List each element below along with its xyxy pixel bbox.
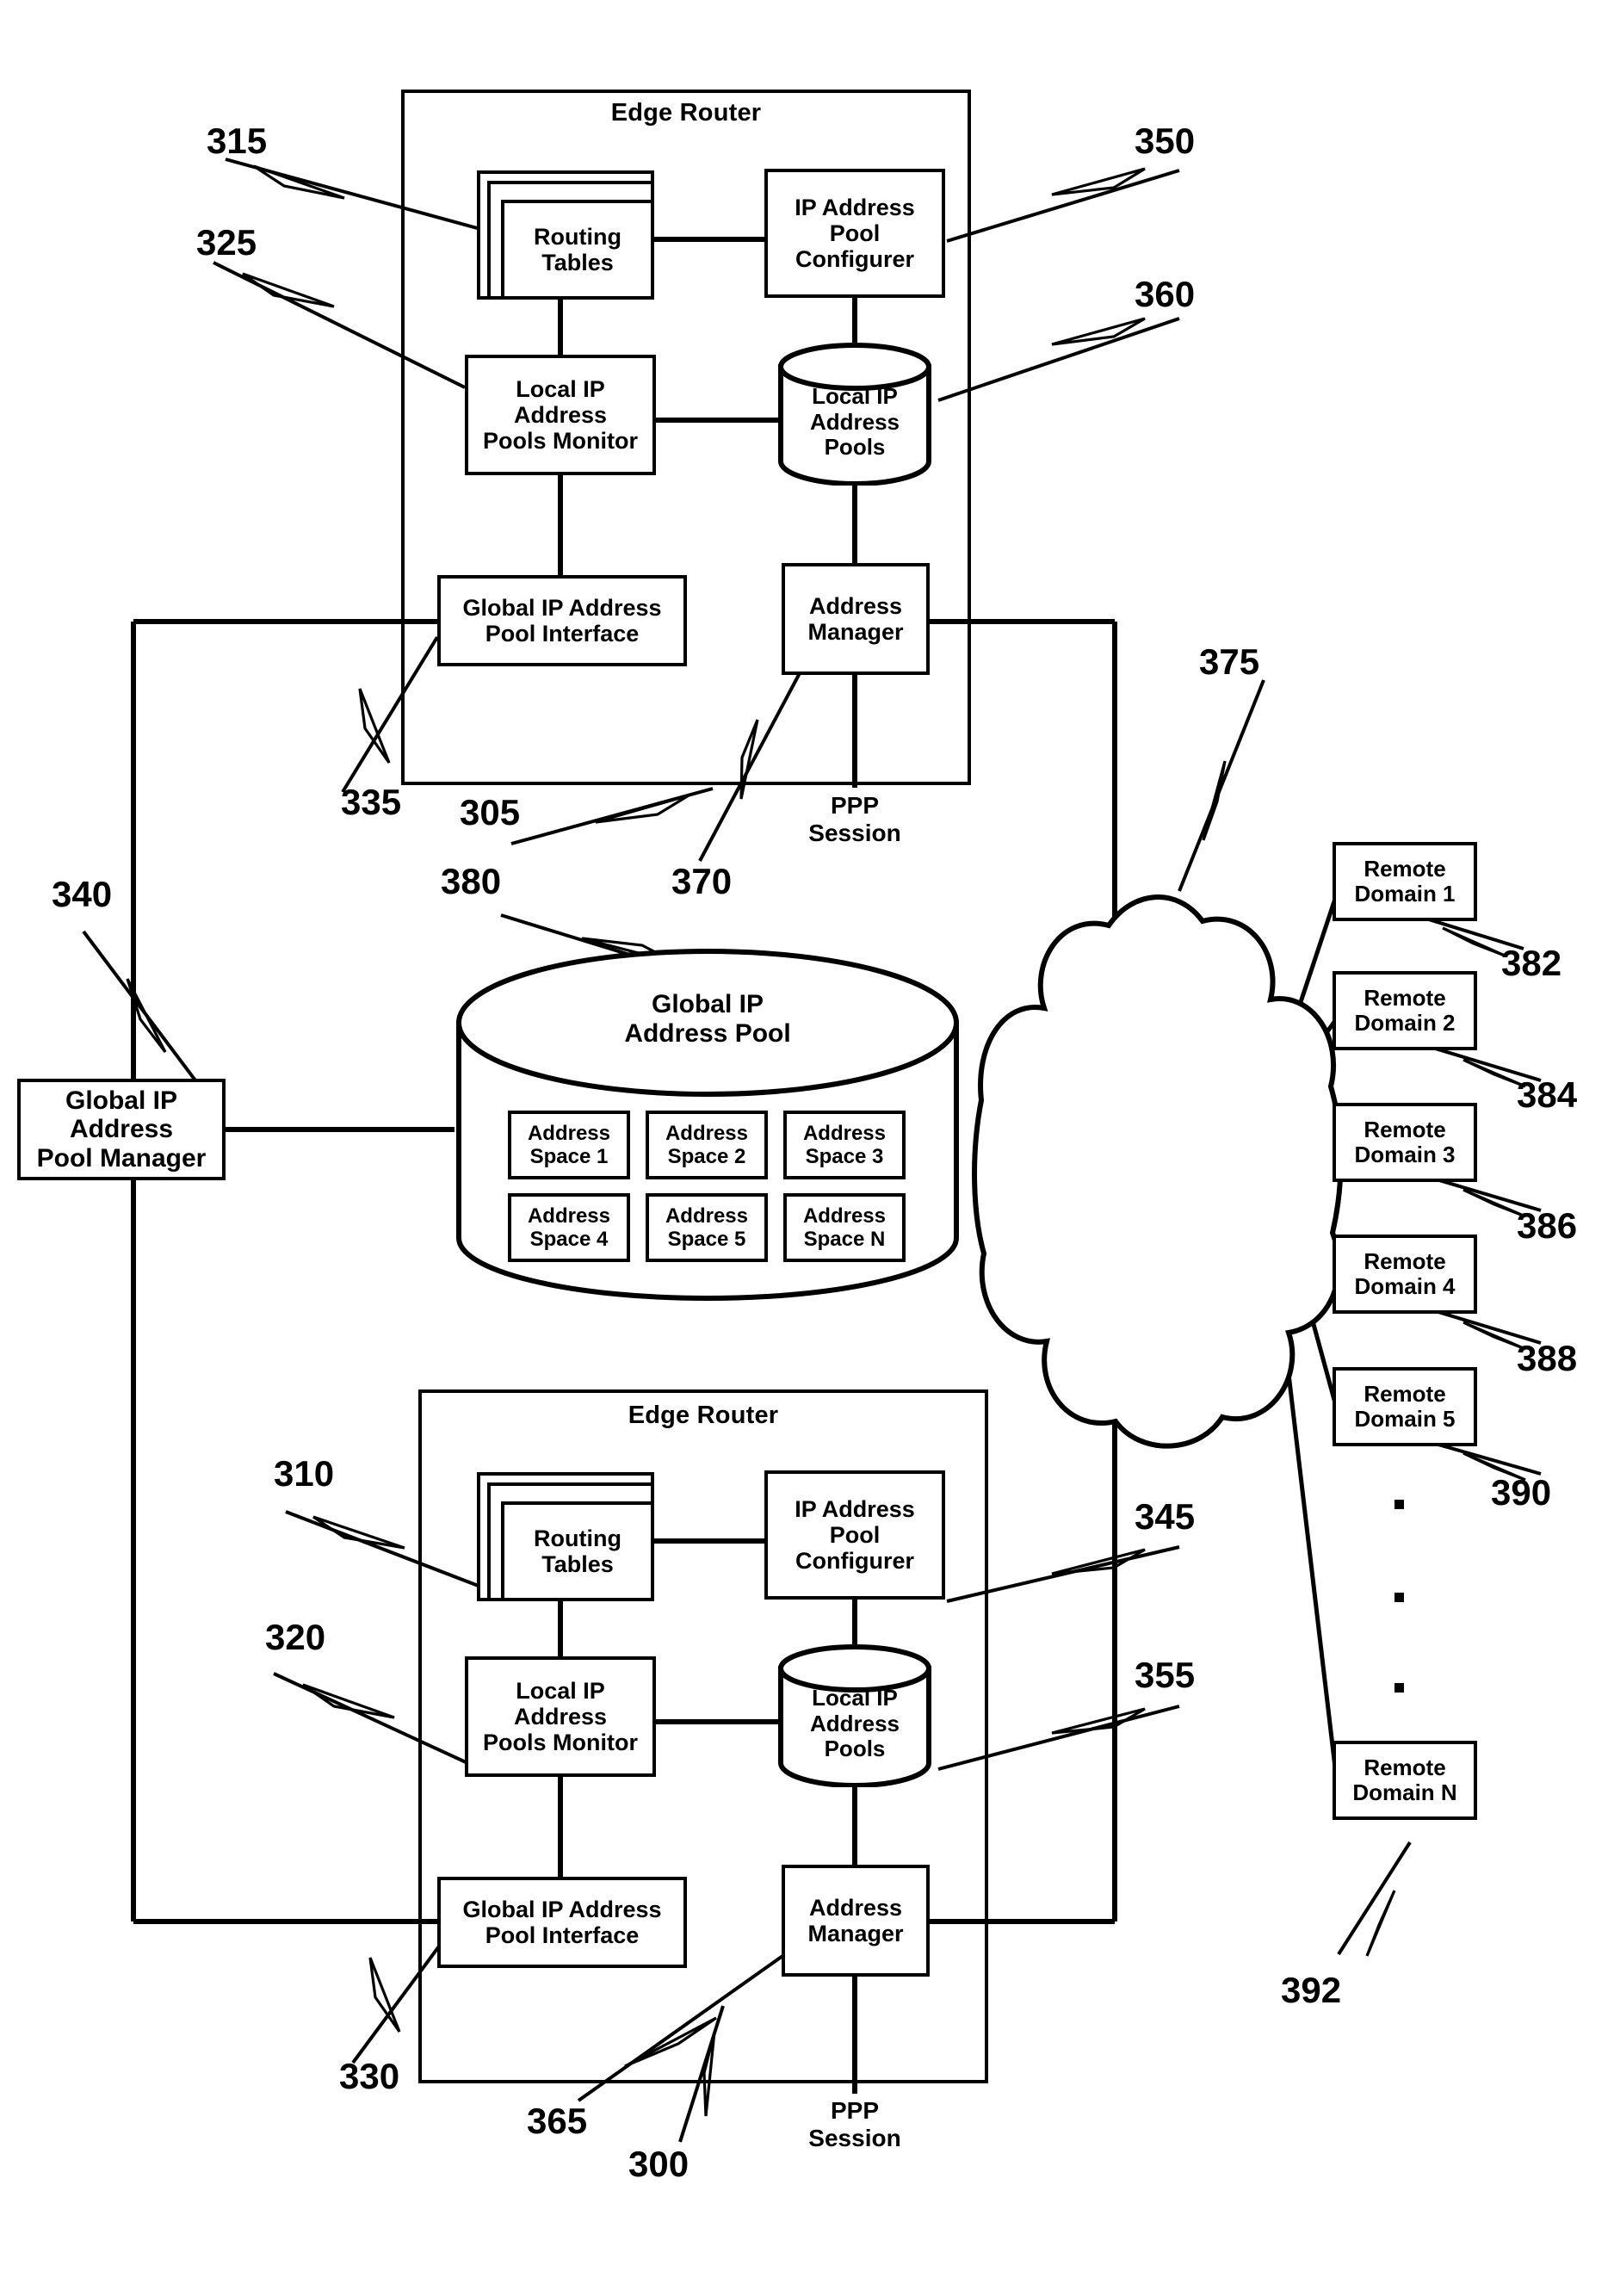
address-space-cell: Address Space 1 (508, 1111, 630, 1179)
refnum-310: 310 (274, 1453, 335, 1494)
remote-domain-1: Remote Domain 1 (1333, 842, 1477, 921)
refnum-355: 355 (1135, 1655, 1196, 1695)
patent-figure: Edge Router Routing Tables IP Address Po… (0, 0, 1614, 2296)
ellipsis-dot (1394, 1683, 1404, 1693)
refnum-305: 305 (460, 792, 521, 832)
bottom-edge-router-title: Edge Router (628, 1402, 779, 1429)
bottom-routing-tables: Routing Tables (477, 1472, 654, 1601)
bottom-local-ip-address-pools-monitor: Local IP Address Pools Monitor (465, 1656, 656, 1777)
top-global-ip-address-pool-interface: Global IP Address Pool Interface (437, 575, 687, 666)
refnum-370: 370 (671, 861, 733, 901)
routing-tables-label-box: Routing Tables (501, 200, 654, 300)
refnum-315: 315 (207, 121, 268, 161)
routing-tables-label-box: Routing Tables (501, 1501, 654, 1601)
refnum-300: 300 (628, 2144, 690, 2184)
refnum-320: 320 (265, 1617, 326, 1657)
bottom-global-ip-address-pool-interface: Global IP Address Pool Interface (437, 1877, 687, 1968)
refnum-340: 340 (52, 874, 113, 914)
address-space-cell: Address Space 5 (646, 1193, 768, 1262)
refnum-392: 392 (1281, 1970, 1342, 2010)
refnum-330: 330 (339, 2056, 400, 2096)
top-ppp-session-label: PPP Session (808, 792, 901, 846)
top-edge-router-title: Edge Router (610, 99, 762, 127)
remote-domain-4: Remote Domain 4 (1333, 1235, 1477, 1314)
address-space-cell: Address Space 4 (508, 1193, 630, 1262)
top-ip-address-pool-configurer: IP Address Pool Configurer (764, 169, 945, 298)
network-cloud-shape (972, 894, 1344, 1449)
remote-domain-5: Remote Domain 5 (1333, 1367, 1477, 1446)
refnum-388: 388 (1517, 1338, 1578, 1378)
address-space-cell: Address Space 3 (783, 1111, 906, 1179)
global-pool-title: Global IP Address Pool (624, 990, 791, 1049)
top-address-manager: Address Manager (782, 563, 930, 675)
bottom-ip-address-pool-configurer: IP Address Pool Configurer (764, 1470, 945, 1600)
global-pool-address-spaces-grid: Address Space 1 Address Space 2 Address … (508, 1111, 906, 1262)
refnum-325: 325 (196, 222, 257, 263)
refnum-335: 335 (341, 782, 402, 822)
remote-domain-n: Remote Domain N (1333, 1741, 1477, 1820)
bottom-address-manager: Address Manager (782, 1865, 930, 1977)
global-ip-address-pool-cylinder: Global IP Address Pool Address Space 1 A… (455, 945, 961, 1305)
refnum-384: 384 (1517, 1074, 1578, 1115)
ellipsis-dot (1394, 1593, 1404, 1602)
remote-domain-2: Remote Domain 2 (1333, 971, 1477, 1050)
refnum-360: 360 (1135, 274, 1196, 314)
top-local-ip-address-pools-cylinder: Local IP Address Pools (777, 343, 932, 486)
global-ip-address-pool-manager: Global IP Address Pool Manager (17, 1079, 226, 1180)
top-routing-tables: Routing Tables (477, 170, 654, 300)
bottom-local-ip-address-pools-cylinder: Local IP Address Pools (777, 1644, 932, 1787)
refnum-365: 365 (527, 2101, 588, 2141)
bottom-ppp-session-label: PPP Session (808, 2097, 901, 2151)
refnum-380: 380 (441, 861, 502, 901)
refnum-390: 390 (1491, 1472, 1552, 1513)
ellipsis-dot (1394, 1500, 1404, 1509)
refnum-350: 350 (1135, 121, 1196, 161)
top-local-pools-label: Local IP Address Pools (809, 383, 900, 461)
top-local-ip-address-pools-monitor: Local IP Address Pools Monitor (465, 355, 656, 475)
address-space-cell: Address Space N (783, 1193, 906, 1262)
refnum-382: 382 (1501, 943, 1562, 983)
refnum-386: 386 (1517, 1205, 1578, 1246)
remote-domain-3: Remote Domain 3 (1333, 1103, 1477, 1182)
address-space-cell: Address Space 2 (646, 1111, 768, 1179)
refnum-375: 375 (1199, 641, 1260, 682)
bottom-local-pools-label: Local IP Address Pools (809, 1685, 900, 1762)
refnum-345: 345 (1135, 1496, 1196, 1537)
